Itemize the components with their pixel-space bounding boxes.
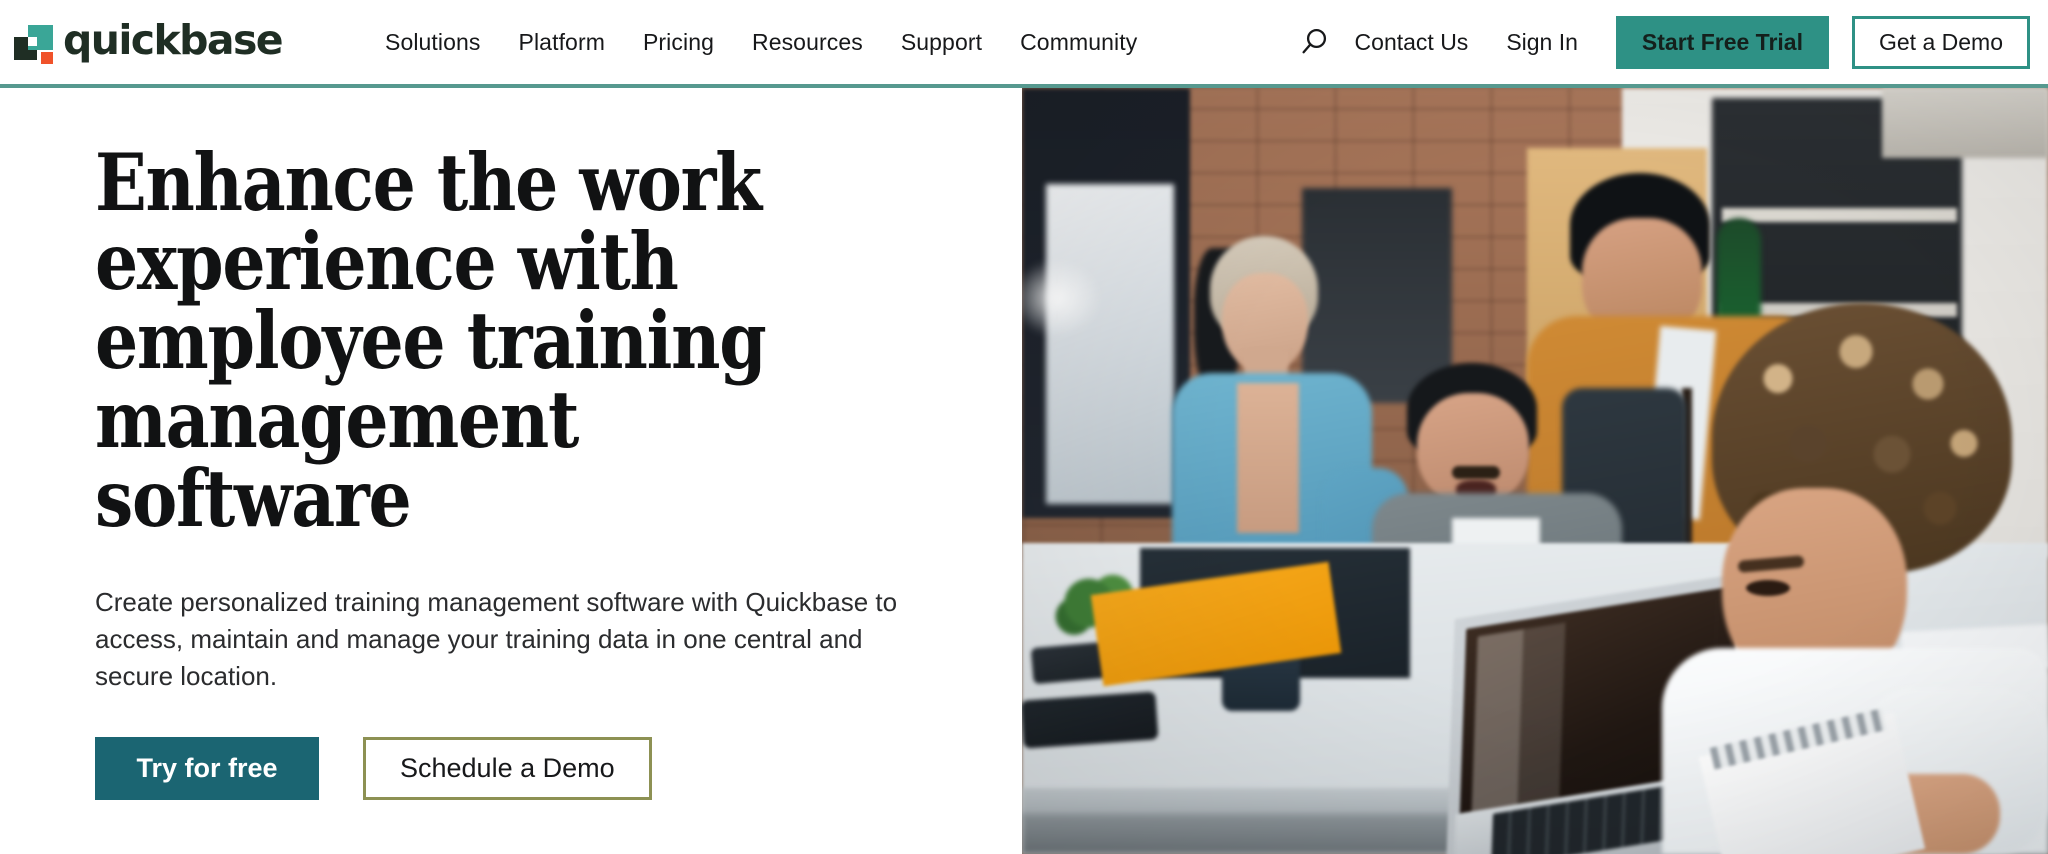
doorway	[1302, 188, 1452, 403]
header-actions: Contact Us Sign In Start Free Trial Get …	[1295, 0, 2048, 84]
person-blue-blazer-top	[1237, 383, 1299, 533]
hero-section: Enhance the work experience with employe…	[0, 88, 2048, 854]
hero-cta-group: Try for free Schedule a Demo	[95, 736, 1022, 800]
contact-us-link[interactable]: Contact Us	[1355, 30, 1469, 54]
window-light-glow	[1022, 258, 1102, 338]
try-for-free-button[interactable]: Try for free	[95, 736, 319, 800]
nav-item-platform[interactable]: Platform	[519, 30, 605, 54]
quickbase-logo-icon	[14, 20, 56, 64]
ceiling-beam	[1882, 88, 2048, 158]
nav-item-support[interactable]: Support	[901, 30, 982, 54]
quickbase-logo[interactable]: quickbase	[14, 0, 284, 84]
schedule-a-demo-button[interactable]: Schedule a Demo	[363, 736, 652, 800]
sign-in-link[interactable]: Sign In	[1506, 30, 1578, 54]
nav-item-pricing[interactable]: Pricing	[643, 30, 714, 54]
hero-copy: Enhance the work experience with employe…	[0, 88, 1022, 854]
nav-item-community[interactable]: Community	[1020, 30, 1137, 54]
hero-subtitle: Create personalized training management …	[95, 587, 898, 691]
logo-wordmark: quickbase	[63, 15, 284, 64]
person-grey-jacket-moustache	[1452, 466, 1500, 479]
site-header: quickbase Solutions Platform Pricing Res…	[0, 0, 2048, 84]
logo-notch	[28, 37, 37, 46]
get-a-demo-button[interactable]: Get a Demo	[1852, 15, 2030, 69]
search-icon[interactable]	[1295, 23, 1333, 61]
header-divider	[0, 84, 2048, 88]
person-curly-eye	[1746, 580, 1790, 596]
page-title: Enhance the work experience with employe…	[95, 136, 767, 545]
shelf-board-top	[1722, 208, 1957, 222]
primary-nav: Solutions Platform Pricing Resources Sup…	[385, 0, 1137, 84]
landing-page: quickbase Solutions Platform Pricing Res…	[0, 0, 2048, 854]
logo-orange-square	[41, 52, 53, 64]
hero-image	[1022, 88, 2048, 854]
start-free-trial-button[interactable]: Start Free Trial	[1615, 15, 1829, 69]
nav-item-resources[interactable]: Resources	[752, 30, 863, 54]
window-glass	[1046, 184, 1174, 504]
nav-item-solutions[interactable]: Solutions	[385, 30, 481, 54]
device-dark-lower	[1022, 691, 1159, 749]
